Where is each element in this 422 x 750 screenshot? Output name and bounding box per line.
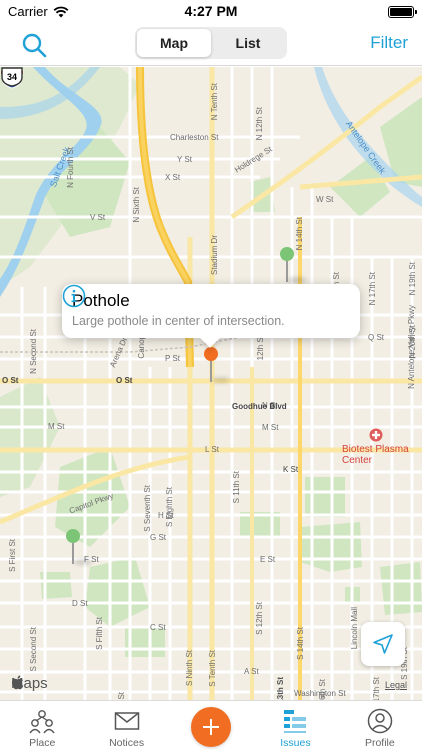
street-label: O St	[2, 376, 19, 385]
pin-head	[66, 529, 80, 543]
poi-label-plasma-center[interactable]: Biotest Plasma Center	[342, 444, 422, 466]
search-icon[interactable]	[20, 31, 48, 59]
street-label: S 17th St	[372, 677, 381, 700]
street-label: A St	[244, 667, 259, 676]
tab-notices[interactable]: Notices	[84, 701, 168, 750]
street-label: C St	[150, 623, 166, 632]
apple-logo-icon	[12, 675, 24, 690]
street-label: N 12th St	[255, 107, 264, 141]
street-label: G St	[150, 533, 167, 542]
street-label: D St	[72, 599, 88, 608]
status-bar: Carrier 4:27 PM	[0, 0, 422, 24]
street-label: N 17th St	[368, 272, 377, 306]
street-label: N Tenth St	[210, 83, 219, 121]
plus-icon	[203, 719, 220, 735]
tab-label: Notices	[109, 737, 145, 749]
battery-icon	[388, 6, 417, 18]
tab-label: Profile	[364, 737, 395, 749]
hospital-icon	[369, 428, 383, 442]
pin-shadow	[212, 377, 230, 383]
street-label: W St	[316, 195, 334, 204]
street-label: S 13th St	[276, 677, 285, 700]
issue-callout[interactable]: Pothole Large pothole in center of inter…	[62, 284, 360, 338]
person-circle-icon	[367, 708, 393, 734]
street-label: N Second St	[29, 329, 38, 374]
street-label: N 14th St	[295, 217, 304, 251]
filter-button[interactable]: Filter	[370, 33, 408, 53]
list-icon	[284, 710, 307, 733]
pin-stick	[286, 260, 288, 282]
info-circle-icon[interactable]	[62, 284, 86, 308]
street-label: O St	[116, 376, 133, 385]
issue-pin-selected[interactable]	[204, 347, 230, 385]
maps-attribution: Maps	[11, 675, 48, 692]
pin-head	[280, 247, 294, 261]
street-label: 12th St	[256, 335, 265, 361]
street-label: S 14th St	[296, 627, 305, 660]
view-mode-segmented-control: Map List	[135, 27, 287, 59]
location-arrow-icon	[373, 634, 393, 654]
street-label: Stadium Dr	[210, 235, 219, 276]
legal-link[interactable]: Legal	[385, 680, 407, 690]
callout-subtitle: Large pothole in center of intersection.	[72, 314, 285, 328]
street-label: Goodhue Blvd	[232, 402, 287, 411]
street-label: S First St	[8, 539, 17, 572]
place-people-icon	[29, 710, 55, 734]
locate-me-button[interactable]	[361, 622, 405, 666]
street-label: Y St	[177, 155, 192, 164]
street-label: Lincoln Mall	[350, 607, 359, 650]
street-label: S Ninth St	[185, 650, 194, 687]
pin-shadow	[288, 277, 306, 283]
street-label: N Fourth St	[66, 147, 75, 188]
street-label: S 16th St	[318, 679, 327, 700]
tab-label: Place	[29, 737, 56, 749]
segment-map[interactable]: Map	[137, 29, 211, 57]
tab-add[interactable]	[169, 701, 253, 750]
street-label: M St	[262, 423, 279, 432]
street-label: S 12th St	[255, 602, 264, 635]
street-label: S Fifth St	[95, 617, 104, 650]
add-issue-button[interactable]	[191, 707, 232, 747]
battery-level	[390, 8, 412, 16]
street-label: S Seventh St	[143, 485, 152, 532]
issue-pin[interactable]	[66, 529, 92, 567]
street-label: S Tenth St	[208, 650, 217, 687]
status-time: 4:27 PM	[184, 3, 238, 19]
street-label: S 11th St	[232, 471, 241, 504]
street-label: S Sixth St	[117, 692, 126, 700]
street-label: V St	[90, 213, 106, 222]
street-label: M St	[48, 422, 65, 431]
pin-shadow	[74, 559, 92, 565]
street-label: P St	[165, 354, 180, 363]
segment-list[interactable]: List	[211, 29, 285, 57]
street-label: X St	[165, 173, 181, 182]
street-label: N Sixth St	[132, 187, 141, 223]
nav-bar: Map List Filter	[0, 24, 422, 66]
us-route-shield: 34	[1, 67, 23, 87]
pin-head	[204, 347, 218, 361]
street-label: S Eighth St	[165, 487, 174, 528]
tab-bar: Place Notices Issues Profile	[0, 700, 422, 750]
street-label: K St	[283, 465, 299, 474]
street-label: S Second St	[29, 627, 38, 672]
pin-stick	[72, 542, 74, 564]
street-label: N 19th St	[408, 262, 417, 296]
street-label: Q St	[368, 333, 385, 342]
tab-place[interactable]: Place	[0, 701, 84, 750]
pin-stick	[210, 360, 212, 382]
envelope-icon	[114, 712, 139, 730]
street-label: Charleston St	[170, 133, 219, 142]
issue-pin[interactable]	[280, 247, 306, 285]
street-label: L St	[205, 445, 219, 454]
tab-label: Issues	[280, 737, 311, 749]
street-label: N 20th St	[408, 325, 417, 359]
street-label: E St	[260, 555, 276, 564]
tab-issues[interactable]: Issues	[253, 701, 337, 750]
us-route-number: 34	[7, 72, 17, 82]
tab-profile[interactable]: Profile	[338, 701, 422, 750]
map-view[interactable]: Salt Creek Antelope Creek Charleston St …	[0, 67, 422, 700]
